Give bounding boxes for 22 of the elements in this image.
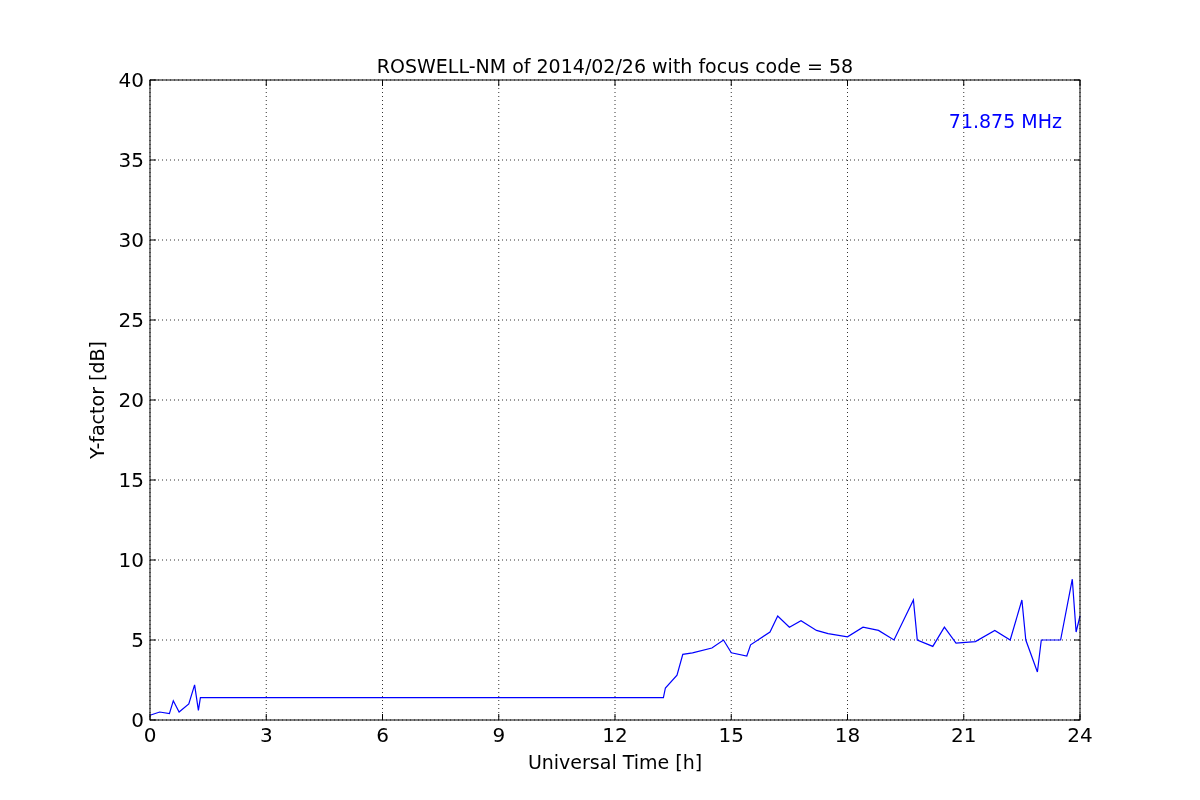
x-tick-label: 6 [376,723,389,747]
x-tick-label: 21 [951,723,977,747]
x-tick-label: 12 [602,723,628,747]
x-tick-label: 3 [259,723,273,747]
chart-title: ROSWELL-NM of 2014/02/26 with focus code = 58 [376,55,854,77]
y-tick-label: 5 [131,628,144,652]
y-tick-label: 35 [118,148,144,172]
y-tick-label: 20 [118,388,144,412]
x-tick-label: 24 [1067,723,1093,747]
y-tick-label: 0 [131,708,144,732]
x-axis-label: Universal Time [h] [527,751,703,773]
legend-label: 71.875 MHz [948,110,1062,132]
y-tick-label: 10 [118,548,144,572]
y-tick-label: 15 [118,468,144,492]
y-tick-label: 25 [118,308,144,332]
y-axis-label: Y-factor [dB] [86,341,108,459]
x-tick-label: 9 [492,723,506,747]
x-tick-label: 15 [718,723,744,747]
y-tick-label: 40 [118,68,144,92]
y-tick-label: 30 [118,228,144,252]
x-tick-label: 0 [143,723,157,747]
x-tick-label: 18 [834,723,861,747]
